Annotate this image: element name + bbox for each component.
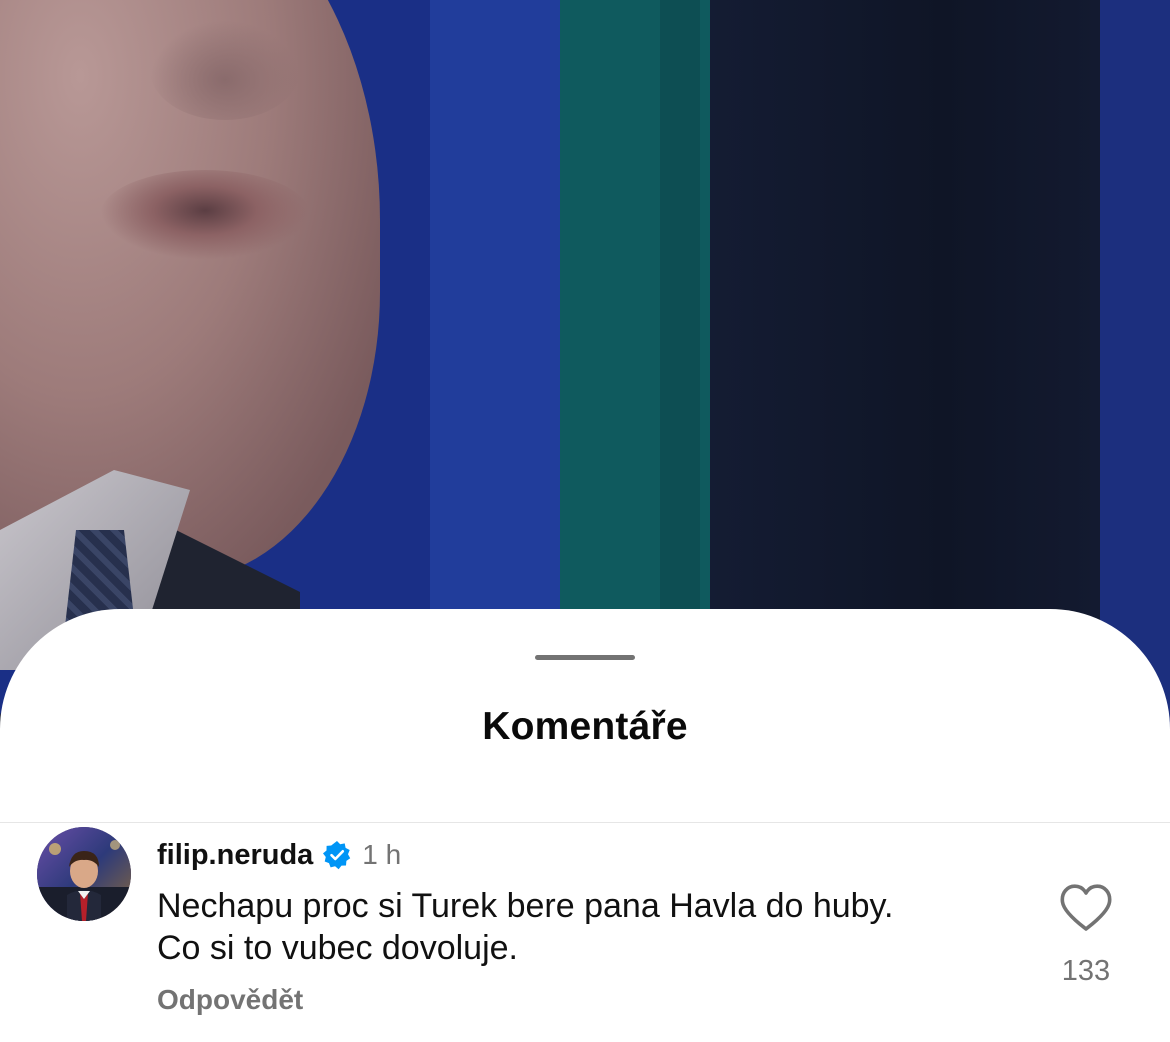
comment-text-line: Nechapu proc si Turek bere pana Havla do… xyxy=(157,887,894,925)
person-mouth xyxy=(100,170,310,260)
reply-button[interactable]: Odpovědět xyxy=(157,984,303,1016)
like-count: 133 xyxy=(1061,955,1111,987)
comments-screen: Komentáře filip.neruda 1 h Nechapu proc … xyxy=(0,0,1170,1042)
comment-text-line: Co si to vubec dovoluje. xyxy=(157,929,518,967)
avatar[interactable] xyxy=(37,827,131,921)
sheet-title: Komentáře xyxy=(482,705,688,748)
like-button[interactable] xyxy=(1059,883,1113,933)
verified-badge-icon xyxy=(322,840,352,870)
comment-text: Nechapu proc si Turek bere pana Havla do… xyxy=(157,885,1017,969)
comment-timestamp: 1 h xyxy=(362,839,402,870)
person-nose xyxy=(150,20,300,120)
comment-username[interactable]: filip.neruda xyxy=(157,839,313,872)
sheet-grabber-handle[interactable] xyxy=(535,655,635,660)
comment-header: filip.neruda 1 h xyxy=(157,835,401,875)
avatar-photo xyxy=(37,827,131,921)
comments-sheet: Komentáře filip.neruda 1 h Nechapu proc … xyxy=(0,609,1170,1042)
divider xyxy=(0,822,1170,823)
heart-outline-icon xyxy=(1060,884,1112,931)
